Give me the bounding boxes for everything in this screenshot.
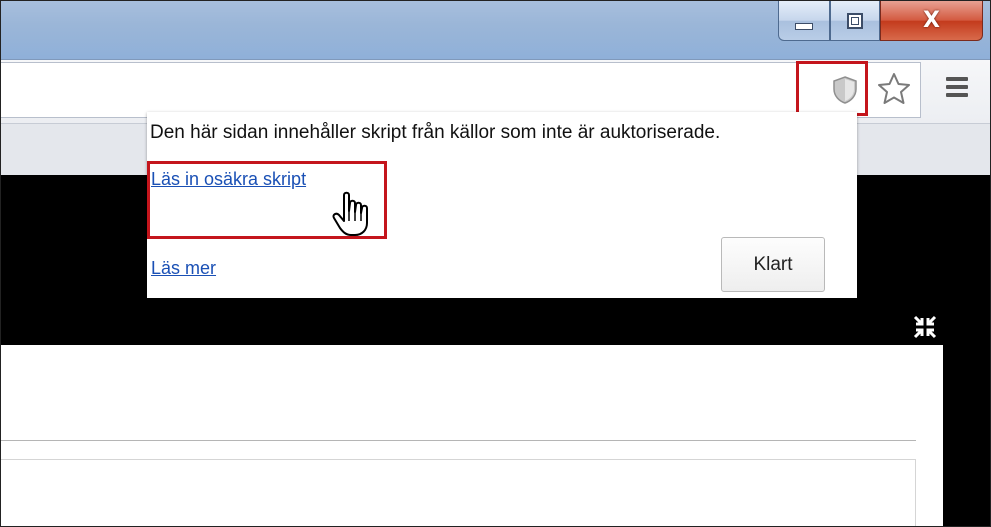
content-box — [1, 459, 916, 526]
close-button[interactable]: X — [880, 1, 983, 41]
unsafe-scripts-bubble: Den här sidan innehåller skript från käl… — [147, 112, 857, 298]
restore-button[interactable] — [830, 1, 880, 41]
address-bar[interactable] — [1, 62, 921, 118]
restore-icon — [847, 12, 863, 29]
close-icon: X — [923, 8, 940, 33]
minimize-icon — [795, 23, 813, 30]
hand-cursor-icon — [332, 191, 368, 236]
page-gutter — [943, 345, 990, 526]
browser-window: X Den här sidan innehåller skript från k… — [0, 0, 991, 527]
hamburger-menu-icon[interactable] — [946, 77, 968, 97]
content-divider — [1, 440, 916, 441]
title-bar: X — [1, 1, 990, 59]
exit-fullscreen-icon[interactable] — [911, 313, 939, 341]
done-button[interactable]: Klart — [721, 237, 825, 292]
learn-more-link[interactable]: Läs mer — [151, 258, 216, 279]
shield-highlight-box — [796, 61, 868, 116]
star-icon[interactable] — [876, 71, 912, 107]
minimize-button[interactable] — [778, 1, 830, 41]
bubble-message: Den här sidan innehåller skript från käl… — [150, 122, 721, 143]
